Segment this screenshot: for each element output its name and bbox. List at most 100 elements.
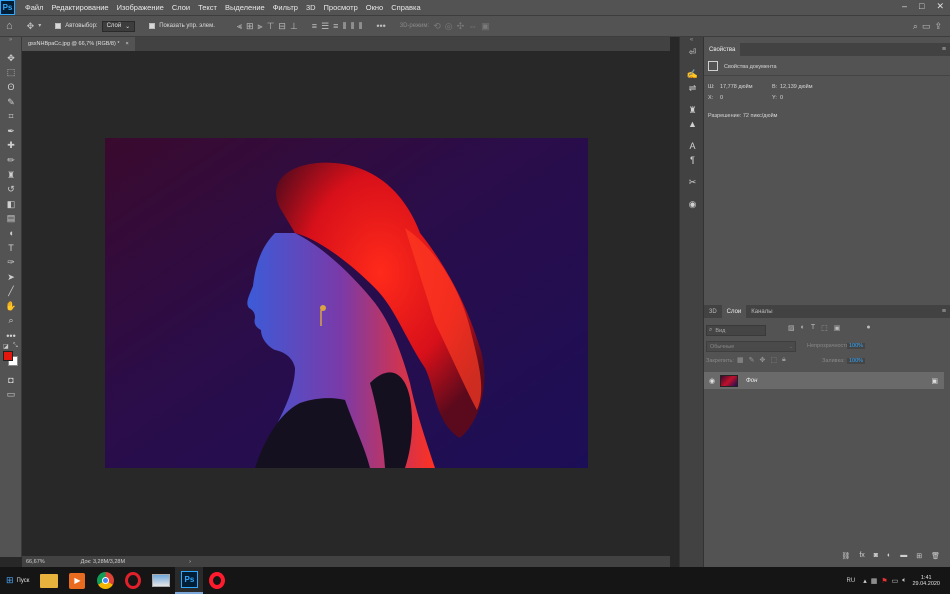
panel-menu-icon[interactable]: ≡ — [942, 308, 950, 315]
layer-row[interactable]: ◉ Фон ▣ — [704, 372, 944, 389]
adjustments-panel-icon[interactable]: ⇌ — [680, 81, 705, 95]
filter-toggle-icon[interactable]: ● — [866, 324, 870, 332]
layer-style-icon[interactable]: fx — [859, 552, 864, 560]
pan-3d-icon[interactable]: ✣ — [457, 21, 465, 31]
tray-up-icon[interactable]: ▴ — [863, 577, 867, 585]
tab-3d[interactable]: 3D — [704, 305, 722, 318]
autoselect-select[interactable]: Слой ⌄ — [101, 20, 136, 32]
chevron-down-icon[interactable]: ▾ — [38, 23, 41, 29]
filter-type-icon[interactable]: T — [811, 324, 815, 332]
paragraph-panel-icon[interactable]: ¶ — [680, 153, 705, 167]
battery-icon[interactable]: ▭ — [892, 577, 899, 585]
collapse-icon[interactable]: « — [680, 37, 703, 45]
opera-app-2[interactable] — [203, 567, 231, 594]
menu-window[interactable]: Окно — [362, 3, 387, 12]
layer-name[interactable]: Фон — [746, 378, 757, 384]
autoselect-checkbox[interactable] — [55, 23, 62, 29]
lock-all-icon[interactable]: 🔒︎ — [782, 356, 786, 364]
chrome-app[interactable] — [91, 567, 119, 594]
menu-select[interactable]: Выделение — [221, 3, 269, 12]
menu-filter[interactable]: Фильтр — [269, 3, 302, 12]
lasso-tool-icon[interactable]: ʘ — [0, 80, 22, 95]
more-tools-icon[interactable]: ••• — [0, 328, 22, 343]
line-tool-icon[interactable]: ╱ — [0, 285, 22, 300]
move-tool-icon[interactable]: ✥ — [27, 21, 35, 31]
distribute-hcenter-icon[interactable]: ⦀ — [350, 21, 354, 31]
stamp-panel-icon[interactable]: ▲ — [680, 117, 705, 131]
layer-mask-icon[interactable]: ◙ — [874, 552, 878, 560]
align-hcenter-icon[interactable]: ⊞ — [246, 21, 254, 31]
media-player-app[interactable]: ▶ — [63, 567, 91, 594]
eraser-tool-icon[interactable]: ◧ — [0, 197, 22, 212]
y-value[interactable]: 0 — [780, 95, 783, 101]
document-tab[interactable]: gsxNHBpaCc.jpg @ 66,7% (RGB/8) * × — [22, 37, 135, 51]
close-tab-icon[interactable]: × — [125, 41, 128, 47]
roll-3d-icon[interactable]: ◎ — [445, 21, 453, 31]
marquee-tool-icon[interactable]: ⬚ — [0, 66, 22, 81]
clone-stamp-tool-icon[interactable]: ♜ — [0, 168, 22, 183]
filter-shape-icon[interactable]: ⬚ — [821, 324, 828, 332]
screen-mode-icon[interactable]: ▭ — [0, 387, 22, 402]
foreground-color-swatch[interactable] — [3, 350, 13, 361]
delete-layer-icon[interactable]: 🗑︎ — [931, 552, 940, 560]
tools-panel-icon[interactable]: ✂ — [680, 175, 705, 189]
type-tool-icon[interactable]: T — [0, 241, 22, 256]
gradient-tool-icon[interactable]: ▤ — [0, 212, 22, 227]
workspace-icon[interactable]: ▭ — [922, 21, 931, 31]
panel-menu-icon[interactable]: ≡ — [942, 46, 950, 53]
opacity-value[interactable]: 100% — [847, 343, 866, 349]
swap-colors-icon[interactable]: ⤡ — [13, 343, 18, 350]
libraries-panel-icon[interactable]: ◉ — [680, 197, 705, 211]
volume-icon[interactable]: 🔈︎ — [902, 577, 906, 585]
align-left-icon[interactable]: ⫷ — [237, 21, 242, 31]
brushes-panel-icon[interactable]: ✍ — [680, 67, 705, 81]
menu-layer[interactable]: Слои — [168, 3, 194, 12]
minimize-icon[interactable]: – — [902, 1, 907, 12]
fill-value[interactable]: 100% — [847, 358, 866, 364]
filter-pixel-icon[interactable]: ▨ — [788, 324, 795, 332]
distribute-right-icon[interactable]: ⦀ — [358, 21, 362, 31]
adjustment-layer-icon[interactable]: ◐ — [887, 552, 891, 560]
collapse-icon[interactable]: » — [0, 37, 21, 51]
width-value[interactable]: 17,778 дюйм — [720, 84, 753, 90]
new-layer-icon[interactable]: ⊞ — [916, 552, 922, 560]
quick-select-tool-icon[interactable]: ✎ — [0, 95, 22, 110]
zoom-tool-icon[interactable]: ⌕ — [0, 314, 22, 329]
move-tool-icon[interactable]: ✥ — [0, 51, 22, 66]
character-panel-icon[interactable]: A — [680, 139, 705, 153]
history-brush-tool-icon[interactable]: ↺ — [0, 182, 22, 197]
image-viewer-app[interactable] — [147, 567, 175, 594]
brush-tool-icon[interactable]: ✏ — [0, 153, 22, 168]
orbit-3d-icon[interactable]: ⟲ — [433, 21, 441, 31]
x-value[interactable]: 0 — [720, 95, 723, 101]
distribute-top-icon[interactable]: ≡ — [312, 21, 317, 31]
dodge-tool-icon[interactable]: ◖ — [0, 226, 22, 241]
crop-tool-icon[interactable]: ⌗ — [0, 109, 22, 124]
lock-artboard-icon[interactable]: ⬚ — [770, 356, 777, 364]
filter-smart-icon[interactable]: ▣ — [834, 324, 841, 332]
more-icon[interactable]: ••• — [376, 21, 385, 31]
menu-view[interactable]: Просмотр — [320, 3, 362, 12]
align-right-icon[interactable]: ⫸ — [257, 21, 262, 31]
align-top-icon[interactable]: ⊤ — [267, 21, 275, 31]
layer-filter-select[interactable]: ⌕ Вид — [706, 325, 766, 336]
menu-type[interactable]: Текст — [194, 3, 221, 12]
lock-position-icon[interactable]: ✥ — [760, 356, 766, 364]
menu-help[interactable]: Справка — [387, 3, 424, 12]
hand-tool-icon[interactable]: ✋ — [0, 299, 22, 314]
eyedropper-tool-icon[interactable]: ✒ — [0, 124, 22, 139]
quick-mask-icon[interactable]: ◘ — [0, 373, 22, 388]
opera-app[interactable] — [119, 567, 147, 594]
explorer-app[interactable] — [35, 567, 63, 594]
show-controls-checkbox[interactable] — [149, 23, 156, 29]
history-panel-icon[interactable]: ⏎ — [680, 45, 705, 59]
scale-3d-icon[interactable]: ▣ — [481, 21, 490, 31]
align-vcenter-icon[interactable]: ⊟ — [278, 21, 286, 31]
clone-source-panel-icon[interactable]: ♜ — [680, 103, 705, 117]
home-icon[interactable]: ⌂ — [6, 20, 13, 32]
pen-tool-icon[interactable]: ✑ — [0, 255, 22, 270]
healing-brush-tool-icon[interactable]: ✚ — [0, 139, 22, 154]
lock-image-icon[interactable]: ✎ — [749, 356, 755, 364]
tab-layers[interactable]: Слои — [721, 305, 747, 318]
maximize-icon[interactable]: □ — [919, 1, 924, 12]
